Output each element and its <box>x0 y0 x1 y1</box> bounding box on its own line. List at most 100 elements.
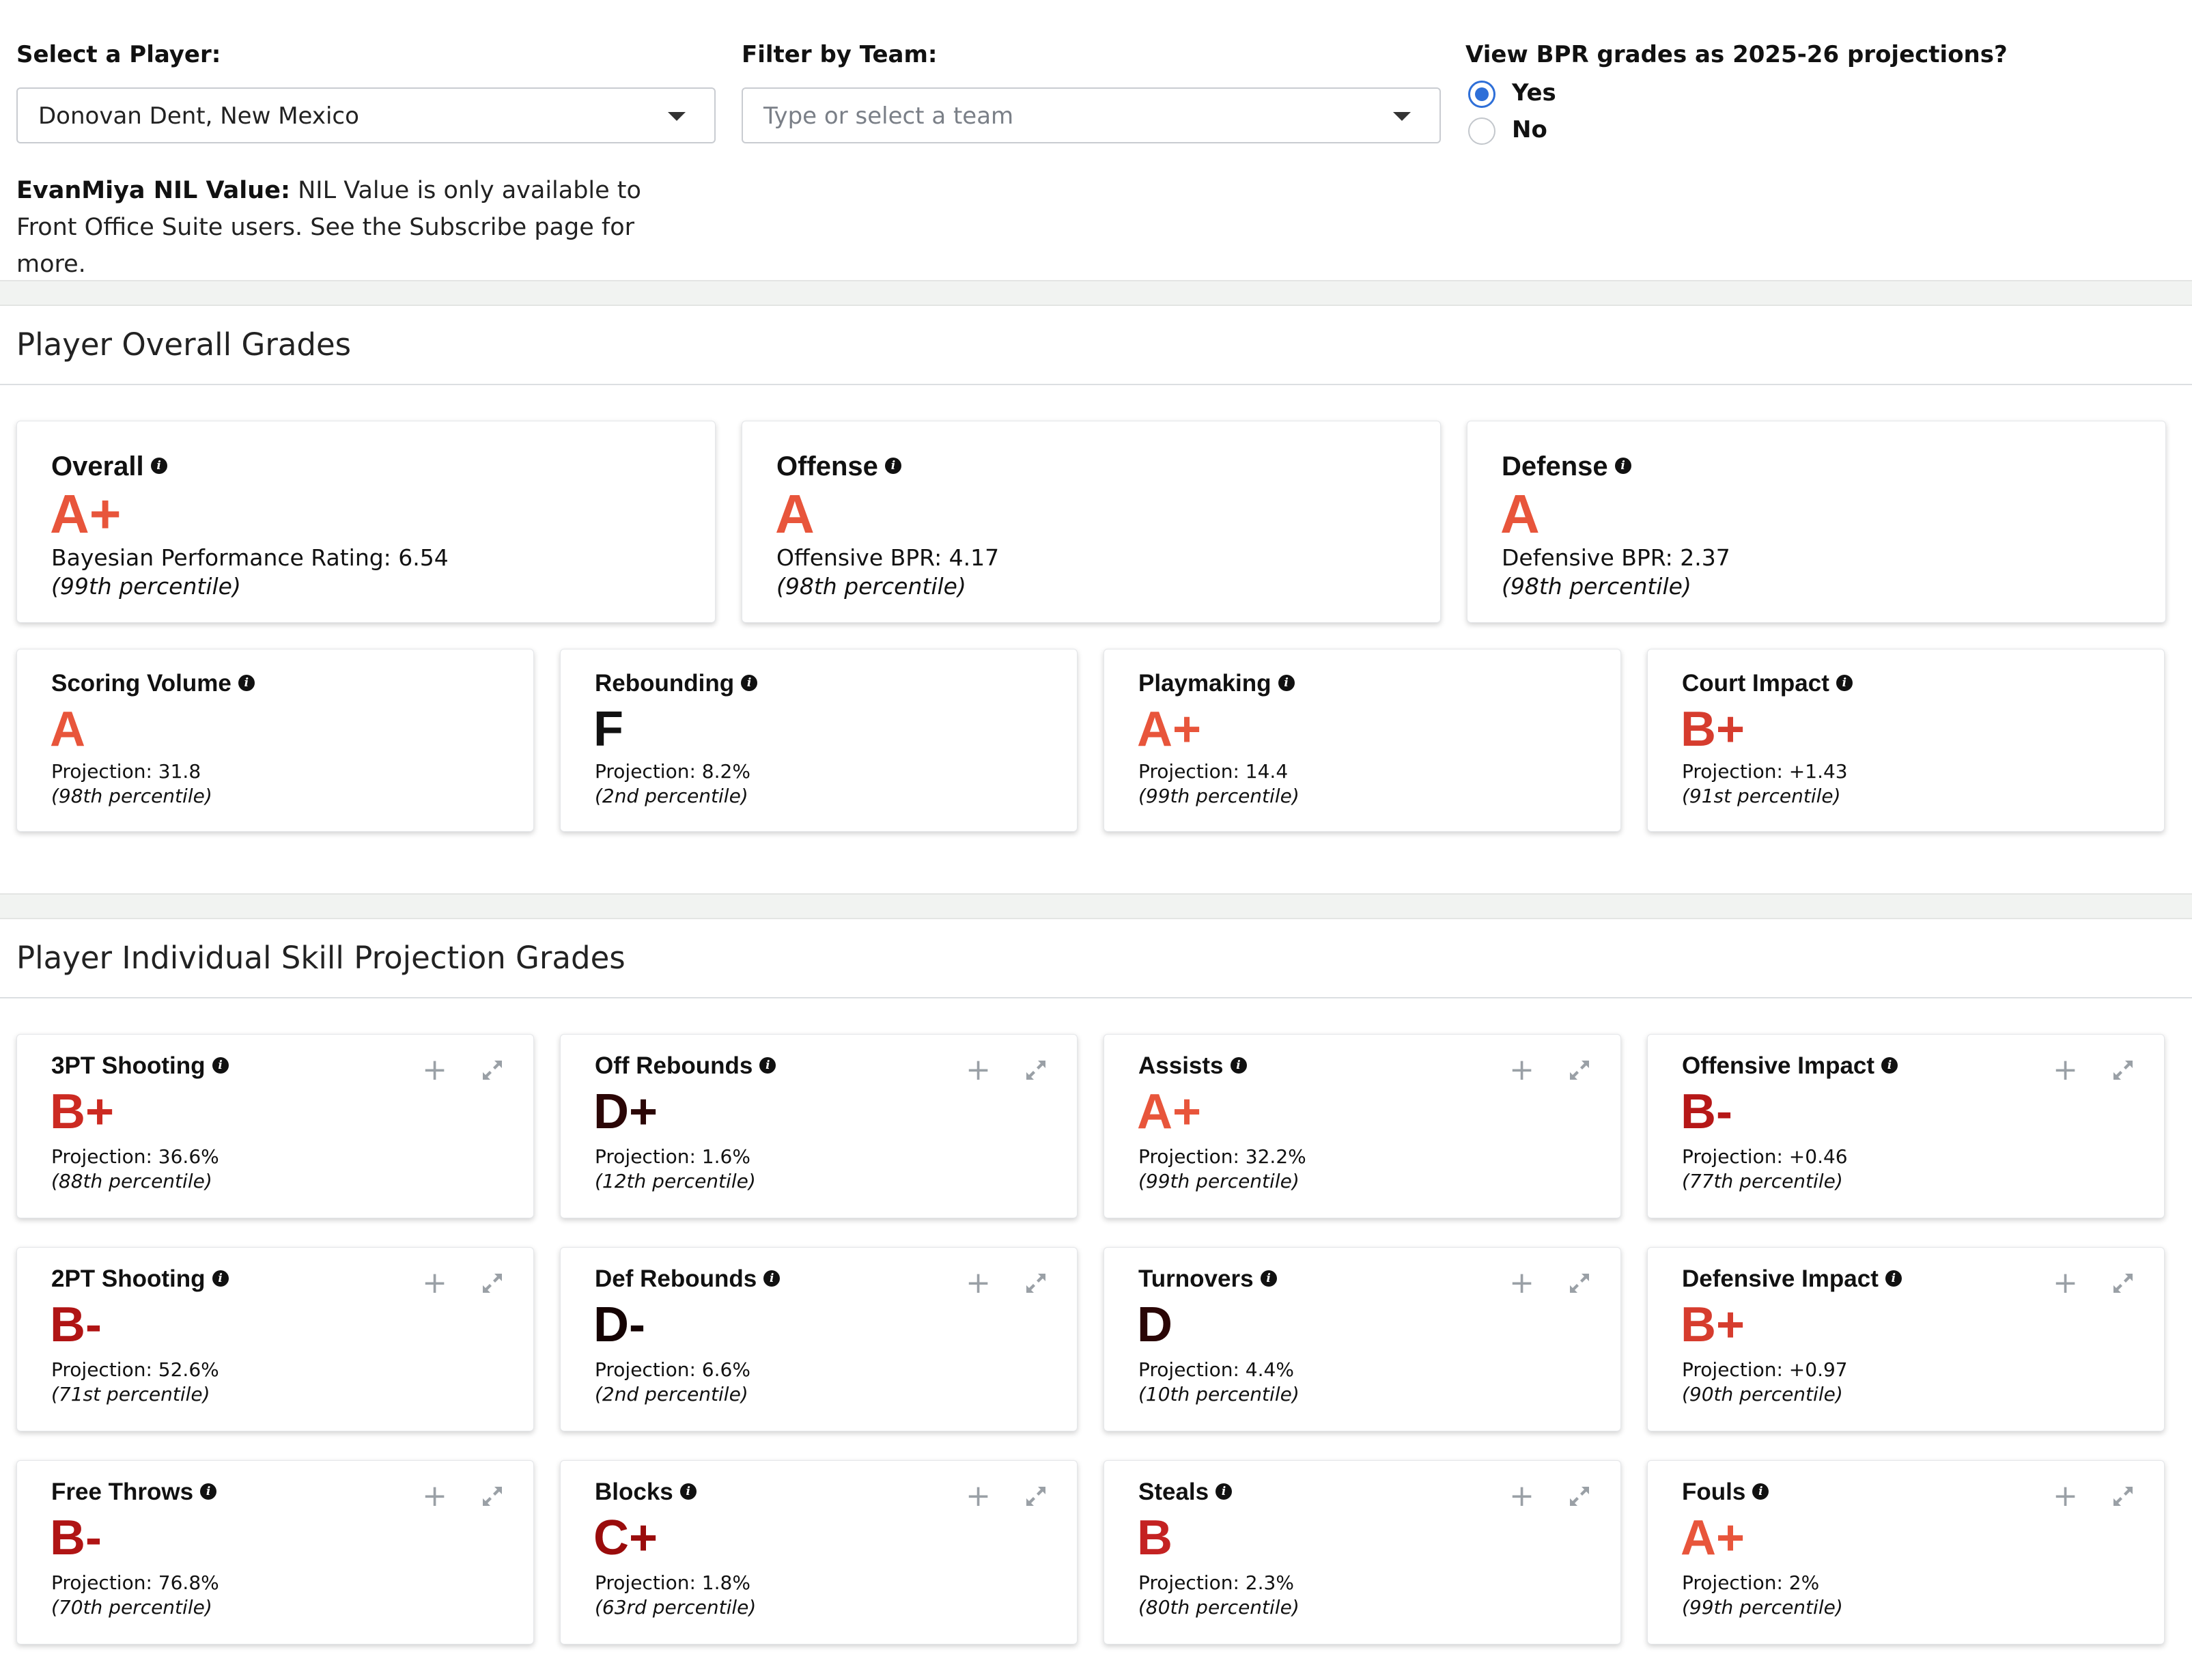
projection-value: Bayesian Performance Rating: 6.54 <box>51 544 449 571</box>
card-title-text: Offense <box>776 451 878 481</box>
projection-value: Projection: 36.6% <box>51 1145 219 1168</box>
letter-grade: B+ <box>50 1084 115 1139</box>
player-select-label: Select a Player: <box>16 41 221 68</box>
card-title-text: Blocks <box>595 1479 673 1505</box>
info-icon[interactable]: i <box>1836 674 1853 691</box>
expand-icon[interactable] <box>2111 1484 2135 1509</box>
defensive-impact-grade-card: Defensive Impact i B+ Projection: +0.97 (90t… <box>1647 1247 2165 1431</box>
plus-icon[interactable]: + <box>422 1055 447 1085</box>
percentile-text: (63rd percentile) <box>595 1596 757 1619</box>
letter-grade: A <box>775 484 815 544</box>
percentile-text: (80th percentile) <box>1138 1596 1299 1619</box>
plus-icon[interactable]: + <box>966 1268 991 1298</box>
plus-icon[interactable]: + <box>2053 1481 2078 1511</box>
expand-icon[interactable] <box>2111 1271 2135 1296</box>
card-title: Turnovers i <box>1138 1265 1277 1293</box>
nil-label: EvanMiya NIL Value: <box>16 177 290 204</box>
projection-value: Projection: 32.2% <box>1138 1145 1306 1168</box>
card-title: Defensive Impact i <box>1682 1265 1902 1293</box>
card-title-text: 3PT Shooting <box>51 1052 206 1079</box>
info-icon[interactable]: i <box>1230 1056 1247 1074</box>
radio-yes[interactable] <box>1468 81 1495 108</box>
projection-value: Projection: +1.43 <box>1682 760 1848 783</box>
info-icon[interactable]: i <box>1260 1270 1277 1287</box>
info-icon[interactable]: i <box>1614 458 1631 475</box>
assists-grade-card: Assists i A+ Projection: 32.2% (99th percent… <box>1104 1034 1621 1218</box>
letter-grade: B- <box>50 1298 102 1352</box>
info-icon[interactable]: i <box>212 1270 229 1287</box>
overall-grade-card: Overall i A+ Bayesian Performance Rating: 6… <box>16 421 716 623</box>
percentile-text: (70th percentile) <box>51 1596 212 1619</box>
off-rebounds-grade-card: Off Rebounds i D+ Projection: 1.6% (12th per… <box>560 1034 1078 1218</box>
info-icon[interactable]: i <box>741 674 758 691</box>
letter-grade: D <box>1137 1298 1172 1352</box>
plus-icon[interactable]: + <box>1509 1268 1534 1298</box>
plus-icon[interactable]: + <box>422 1268 447 1298</box>
letter-grade: B+ <box>1681 702 1745 757</box>
projection-value: Projection: 8.2% <box>595 760 750 783</box>
percentile-text: (99th percentile) <box>1138 785 1299 807</box>
info-icon[interactable]: i <box>1278 674 1295 691</box>
info-icon[interactable]: i <box>212 1056 229 1074</box>
info-icon[interactable]: i <box>884 458 901 475</box>
letter-grade: A+ <box>50 484 122 544</box>
card-title: Free Throws i <box>51 1479 217 1506</box>
card-title: Playmaking i <box>1138 670 1295 697</box>
plus-icon[interactable]: + <box>2053 1268 2078 1298</box>
card-title: 3PT Shooting i <box>51 1052 229 1080</box>
percentile-text: (71st percentile) <box>51 1383 210 1405</box>
projection-value: Projection: 76.8% <box>51 1571 219 1594</box>
info-icon[interactable]: i <box>763 1270 781 1287</box>
info-icon[interactable]: i <box>1881 1056 1898 1074</box>
turnovers-grade-card: Turnovers i D Projection: 4.4% (10th percent… <box>1104 1247 1621 1431</box>
info-icon[interactable]: i <box>150 458 167 475</box>
expand-icon[interactable] <box>1567 1484 1592 1509</box>
card-title: Off Rebounds i <box>595 1052 776 1080</box>
expand-icon[interactable] <box>480 1271 505 1296</box>
info-icon[interactable]: i <box>1752 1483 1769 1500</box>
controls-panel: Select a Player: Donovan Dent, New Mexic… <box>0 0 2192 280</box>
info-icon[interactable]: i <box>679 1483 697 1500</box>
percentile-text: (99th percentile) <box>51 573 241 600</box>
plus-icon[interactable]: + <box>966 1055 991 1085</box>
team-filter-input[interactable]: Type or select a team <box>742 87 1441 143</box>
skills-section-title: Player Individual Skill Projection Grade… <box>16 940 626 976</box>
info-icon[interactable]: i <box>238 674 255 691</box>
info-icon[interactable]: i <box>200 1483 217 1500</box>
letter-grade: F <box>593 702 623 757</box>
card-title: Rebounding i <box>595 670 758 697</box>
expand-icon[interactable] <box>1024 1058 1048 1082</box>
plus-icon[interactable]: + <box>966 1481 991 1511</box>
radio-no[interactable] <box>1468 117 1495 145</box>
offensive-impact-grade-card: Offensive Impact i B- Projection: +0.46 (77t… <box>1647 1034 2165 1218</box>
player-select-value: Donovan Dent, New Mexico <box>38 102 359 130</box>
card-title: Blocks i <box>595 1479 697 1506</box>
projection-value: Projection: +0.97 <box>1682 1358 1848 1381</box>
percentile-text: (98th percentile) <box>51 785 212 807</box>
expand-icon[interactable] <box>2111 1058 2135 1082</box>
projection-value: Projection: 2.3% <box>1138 1571 1294 1594</box>
plus-icon[interactable]: + <box>422 1481 447 1511</box>
plus-icon[interactable]: + <box>1509 1481 1534 1511</box>
expand-icon[interactable] <box>1567 1058 1592 1082</box>
expand-icon[interactable] <box>480 1058 505 1082</box>
plus-icon[interactable]: + <box>1509 1055 1534 1085</box>
expand-icon[interactable] <box>1024 1484 1048 1509</box>
defense-grade-card: Defense i A Defensive BPR: 2.37 (98th percen… <box>1467 421 2166 623</box>
expand-icon[interactable] <box>480 1484 505 1509</box>
card-title: Fouls i <box>1682 1479 1769 1506</box>
rebounding-grade-card: Rebounding i F Projection: 8.2% (2nd percent… <box>560 649 1078 832</box>
percentile-text: (98th percentile) <box>776 573 966 600</box>
projection-value: Projection: +0.46 <box>1682 1145 1848 1168</box>
expand-icon[interactable] <box>1024 1271 1048 1296</box>
expand-icon[interactable] <box>1567 1271 1592 1296</box>
info-icon[interactable]: i <box>759 1056 776 1074</box>
projection-value: Projection: 2% <box>1682 1571 1820 1594</box>
radio-no-label[interactable]: No <box>1512 116 1547 143</box>
plus-icon[interactable]: + <box>2053 1055 2078 1085</box>
radio-yes-label[interactable]: Yes <box>1512 79 1556 107</box>
section-rule <box>0 384 2192 385</box>
player-select[interactable]: Donovan Dent, New Mexico <box>16 87 716 143</box>
info-icon[interactable]: i <box>1216 1483 1233 1500</box>
info-icon[interactable]: i <box>1885 1270 1902 1287</box>
